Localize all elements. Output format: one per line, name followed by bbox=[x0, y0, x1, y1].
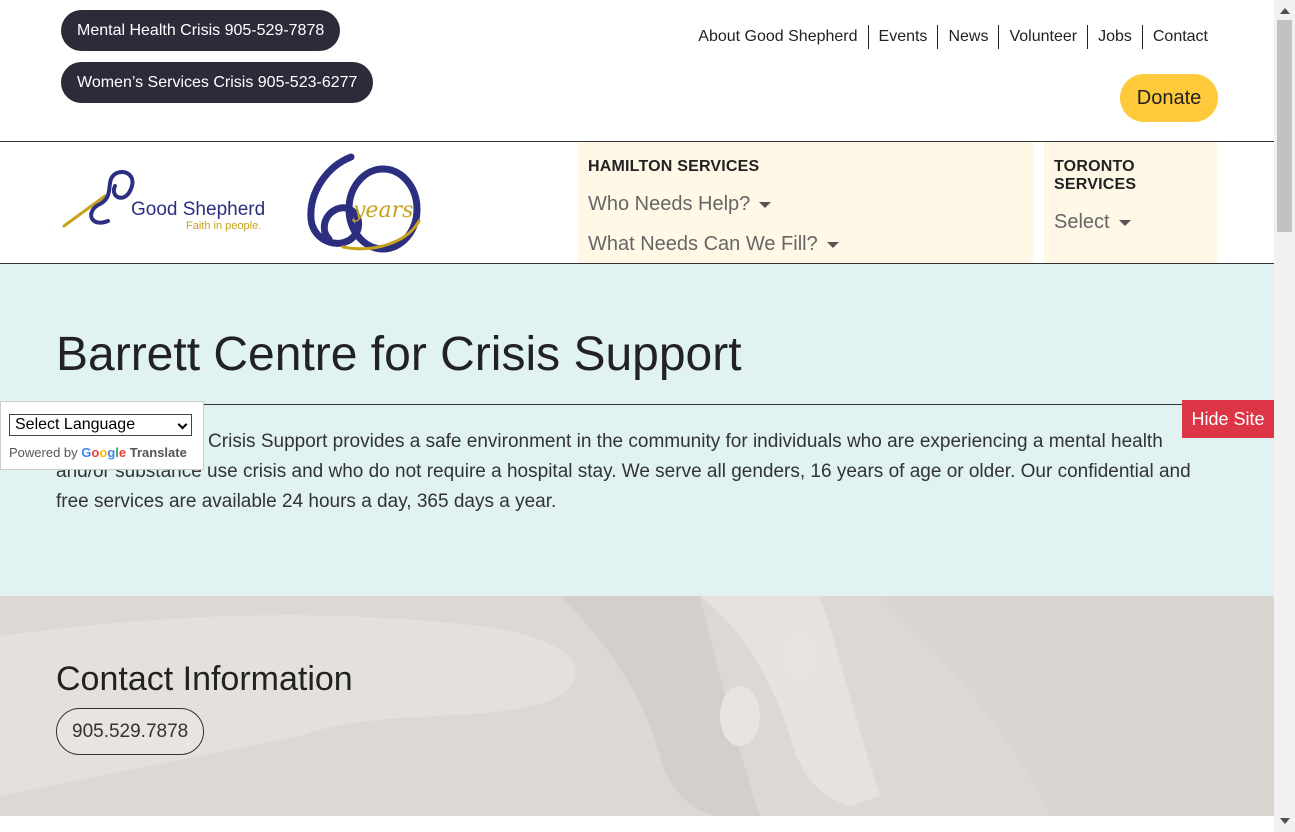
toronto-select-dropdown[interactable]: Select bbox=[1054, 211, 1131, 234]
toronto-services-panel: TORONTO SERVICES Select bbox=[1044, 142, 1217, 263]
hide-site-button[interactable]: Hide Site bbox=[1182, 400, 1274, 438]
contact-phone-button[interactable]: 905.529.7878 bbox=[56, 708, 205, 755]
hamilton-services-panel: HAMILTON SERVICES Who Needs Help? What N… bbox=[578, 142, 1034, 263]
nav-link-volunteer[interactable]: Volunteer bbox=[998, 25, 1087, 49]
shepherd-crook-icon bbox=[62, 170, 135, 228]
logo-brand-text: Good Shepherd bbox=[131, 199, 266, 220]
hamilton-services-title: HAMILTON SERVICES bbox=[588, 158, 760, 175]
powered-by-google: Powered by Google Translate bbox=[9, 445, 187, 460]
womens-services-crisis-button[interactable]: Women’s Services Crisis 905-523-6277 bbox=[61, 62, 374, 103]
nav-link-contact[interactable]: Contact bbox=[1141, 25, 1218, 49]
nav-link-jobs[interactable]: Jobs bbox=[1087, 25, 1142, 49]
what-needs-label: What Needs Can We Fill? bbox=[588, 233, 818, 255]
toronto-select-label: Select bbox=[1054, 211, 1110, 233]
caret-down-icon bbox=[826, 241, 839, 248]
scroll-up-arrow-icon[interactable] bbox=[1280, 8, 1290, 14]
powered-by-text: Powered by bbox=[9, 445, 78, 460]
language-select[interactable]: Select Language bbox=[9, 414, 192, 436]
scroll-down-arrow-icon[interactable] bbox=[1280, 818, 1290, 824]
mental-health-crisis-button[interactable]: Mental Health Crisis 905-529-7878 bbox=[61, 10, 341, 51]
title-divider bbox=[56, 404, 1274, 405]
caret-down-icon bbox=[759, 201, 772, 208]
contact-section: Contact Information 905.529.7878 bbox=[0, 596, 1274, 816]
logo-tagline: Faith in people. bbox=[186, 220, 262, 232]
google-logo-text[interactable]: Google bbox=[81, 445, 129, 460]
nav-link-about[interactable]: About Good Shepherd bbox=[688, 25, 867, 49]
utility-nav: About Good Shepherd Events News Voluntee… bbox=[688, 25, 1218, 49]
chevron-down-icon bbox=[177, 419, 188, 430]
caret-down-icon bbox=[1118, 219, 1131, 226]
good-shepherd-logo[interactable]: Good Shepherd Faith in people. bbox=[60, 166, 272, 236]
sixty-years-anniversary-logo: years bbox=[307, 153, 421, 253]
page-title: Barrett Centre for Crisis Support bbox=[56, 328, 742, 381]
nav-link-news[interactable]: News bbox=[937, 25, 998, 49]
scrollbar-thumb[interactable] bbox=[1277, 20, 1292, 232]
vertical-scrollbar[interactable] bbox=[1274, 0, 1295, 832]
top-utility-bar: Mental Health Crisis 905-529-7878 Women’… bbox=[0, 0, 1274, 142]
google-translate-widget: Select Language Powered by Google Transl… bbox=[0, 401, 204, 470]
anniversary-years-text: years bbox=[352, 198, 413, 223]
hands-background-image bbox=[0, 596, 1274, 816]
what-needs-dropdown[interactable]: What Needs Can We Fill? bbox=[588, 233, 839, 256]
donate-button[interactable]: Donate bbox=[1120, 74, 1218, 122]
contact-heading: Contact Information bbox=[56, 660, 353, 698]
toronto-services-title: TORONTO SERVICES bbox=[1054, 158, 1137, 193]
page-bottom-strip bbox=[0, 816, 1274, 832]
who-needs-help-label: Who Needs Help? bbox=[588, 193, 751, 215]
language-select-value: Select Language bbox=[15, 416, 136, 433]
who-needs-help-dropdown[interactable]: Who Needs Help? bbox=[588, 193, 772, 216]
hero-description: Barrett Centre for Crisis Support provid… bbox=[56, 431, 1191, 512]
site-header: Good Shepherd Faith in people. years HAM… bbox=[0, 142, 1274, 264]
translate-link[interactable]: Translate bbox=[130, 445, 187, 460]
nav-link-events[interactable]: Events bbox=[867, 25, 938, 49]
